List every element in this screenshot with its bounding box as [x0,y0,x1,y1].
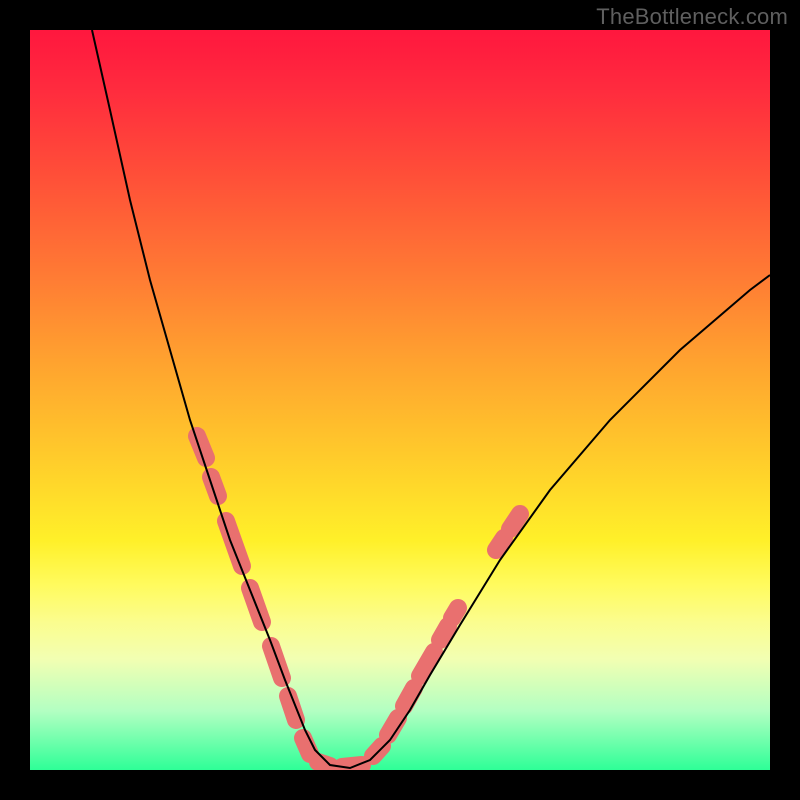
highlight-dash [271,646,282,678]
outer-frame: TheBottleneck.com [0,0,800,800]
highlight-dash [452,608,458,618]
highlight-dash [303,738,310,754]
highlight-dash [404,688,414,706]
watermark-text: TheBottleneck.com [596,4,788,30]
chart-svg [30,30,770,770]
highlight-dash [510,514,520,529]
highlight-dash [496,538,504,550]
plot-area [30,30,770,770]
highlight-dash [440,626,448,640]
highlight-dash [388,718,398,735]
highlight-dash [226,521,242,566]
highlight-overlay [197,436,520,767]
